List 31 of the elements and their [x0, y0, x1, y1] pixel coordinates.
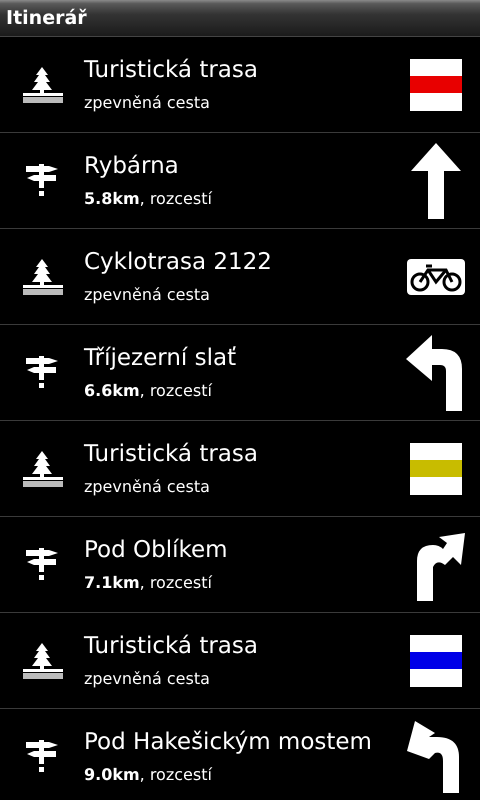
tree-icon [21, 640, 63, 680]
place-name: Rybárna [84, 153, 180, 179]
place-name: Turistická trasa [84, 57, 259, 83]
bicycle-icon [406, 258, 466, 296]
tree-icon [21, 64, 63, 104]
place-name: Turistická trasa [84, 633, 259, 659]
tree-icon [21, 256, 63, 296]
item-detail: 9.0km, rozcestí [84, 765, 214, 784]
itinerary-item[interactable]: Pod Oblíkem 7.1km, rozcestí [0, 517, 480, 613]
place-name: Pod Hakešickým mostem [84, 729, 373, 755]
item-detail: zpevněná cesta [84, 93, 211, 112]
place-name: Turistická trasa [84, 441, 259, 467]
itinerary-item[interactable]: Pod Hakešickým mostem 9.0km, rozcestí [0, 709, 480, 800]
itinerary-item[interactable]: Turistická trasa zpevněná cesta [0, 421, 480, 517]
item-detail: 6.6km, rozcestí [84, 381, 214, 400]
itinerary-item[interactable]: Tříjezerní slať 6.6km, rozcestí [0, 325, 480, 421]
window-title: Itinerář [6, 7, 87, 29]
item-detail: zpevněná cesta [84, 477, 211, 496]
item-detail: zpevněná cesta [84, 285, 211, 304]
tree-icon [21, 448, 63, 488]
itinerary-item[interactable]: Turistická trasa zpevněná cesta [0, 613, 480, 709]
item-detail: 7.1km, rozcestí [84, 573, 214, 592]
place-name: Pod Oblíkem [84, 537, 229, 563]
itinerary-item[interactable]: Turistická trasa zpevněná cesta [0, 37, 480, 133]
item-detail: 5.8km, rozcestí [84, 189, 214, 208]
itinerary-item[interactable]: Cyklotrasa 2122 zpevněná cesta [0, 229, 480, 325]
straight-arrow-icon [411, 142, 461, 218]
place-name: Cyklotrasa 2122 [84, 249, 273, 275]
itinerary-item[interactable]: Rybárna 5.8km, rozcestí [0, 133, 480, 229]
place-name: Tříjezerní slať [84, 345, 238, 371]
item-detail: zpevněná cesta [84, 669, 211, 688]
